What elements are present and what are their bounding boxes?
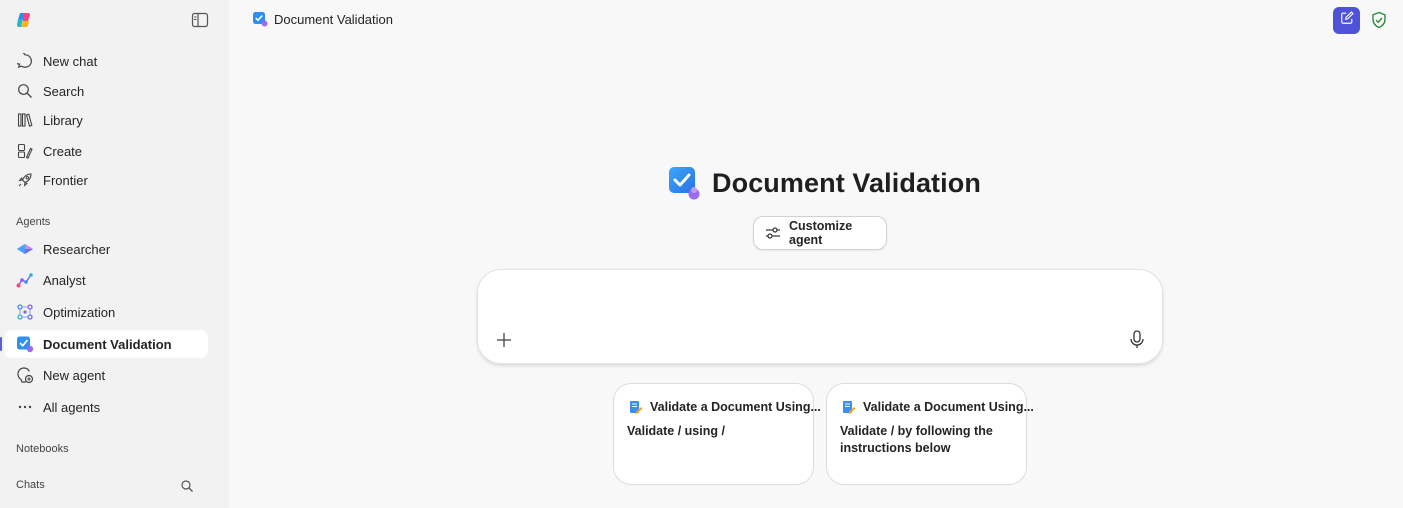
suggestion-card[interactable]: Validate a Document Using... Validate / …	[826, 383, 1034, 485]
chats-section-label: Chats	[16, 479, 45, 491]
search-icon	[16, 82, 34, 100]
sidebar-item-frontier[interactable]: Frontier	[4, 166, 208, 194]
sidebar-item-researcher[interactable]: Researcher	[4, 235, 208, 263]
customize-agent-button[interactable]: Customize agent	[753, 216, 887, 250]
search-chats-icon[interactable]	[179, 478, 195, 494]
researcher-icon	[16, 240, 34, 258]
create-icon	[16, 142, 34, 160]
sidebar-item-library[interactable]: Library	[4, 106, 208, 134]
sidebar-item-label: Analyst	[43, 272, 86, 288]
library-icon	[16, 111, 34, 129]
sidebar-item-label: Optimization	[43, 304, 116, 320]
sidebar-item-new-agent[interactable]: New agent	[4, 361, 208, 389]
active-indicator	[0, 337, 2, 351]
sliders-icon	[765, 225, 781, 241]
header-title-text: Document Validation	[274, 11, 393, 27]
sidebar-item-document-validation[interactable]: Document Validation	[4, 330, 208, 358]
copilot-logo-icon[interactable]	[15, 11, 33, 29]
sidebar-item-label: Library	[43, 112, 83, 128]
suggestion-body: Validate / using /	[627, 424, 725, 438]
suggestion-title: Validate a Document Using...	[629, 400, 821, 414]
document-validation-icon	[16, 335, 34, 353]
sidebar-item-search[interactable]: Search	[4, 77, 208, 105]
document-validation-icon	[668, 166, 702, 200]
microphone-icon[interactable]	[1129, 330, 1145, 349]
sidebar-toggle-icon[interactable]	[191, 12, 209, 28]
sidebar-item-analyst[interactable]: Analyst	[4, 266, 208, 294]
sidebar-item-all-agents[interactable]: All agents	[4, 393, 208, 421]
message-composer[interactable]	[477, 269, 1163, 364]
sidebar-item-label: All agents	[43, 399, 101, 415]
sidebar-item-new-chat[interactable]: New chat	[4, 47, 208, 75]
suggestion-card[interactable]: Validate a Document Using... Validate / …	[613, 383, 821, 485]
agents-section-label: Agents	[16, 216, 51, 228]
sidebar-item-label: Search	[43, 83, 85, 99]
new-chat-button[interactable]	[1333, 7, 1360, 34]
suggestion-title-text: Validate a Document Using...	[650, 400, 821, 414]
chat-bubble-icon	[16, 52, 34, 70]
customize-agent-label: Customize agent	[789, 219, 853, 247]
suggestion-title: Validate a Document Using...	[842, 400, 1034, 414]
page-title: Document Validation	[252, 11, 393, 27]
document-edit-icon	[842, 400, 856, 414]
shield-check-icon[interactable]	[1370, 11, 1388, 29]
analyst-icon	[16, 271, 34, 289]
sidebar-item-label: Document Validation	[43, 336, 172, 352]
plus-icon[interactable]	[495, 331, 513, 349]
sidebar-item-label: New agent	[43, 367, 106, 383]
suggestion-title-text: Validate a Document Using...	[863, 400, 1034, 414]
optimization-icon	[16, 303, 34, 321]
compose-icon	[1340, 11, 1354, 30]
new-agent-icon	[16, 366, 34, 384]
sidebar-item-label: New chat	[43, 53, 98, 69]
sidebar-item-label: Researcher	[43, 241, 111, 257]
sidebar: New chat Search Library Create Frontier …	[0, 0, 229, 508]
suggestion-body: Validate / by following the instructions…	[840, 424, 993, 455]
sidebar-item-label: Frontier	[43, 172, 88, 188]
sidebar-item-label: Create	[43, 143, 83, 159]
more-icon	[16, 398, 34, 416]
document-validation-icon	[252, 11, 268, 27]
rocket-icon	[16, 171, 34, 189]
sidebar-item-create[interactable]: Create	[4, 137, 208, 165]
sidebar-item-optimization[interactable]: Optimization	[4, 298, 208, 326]
document-edit-icon	[629, 400, 643, 414]
agent-name: Document Validation	[712, 167, 981, 198]
agent-heading: Document Validation	[668, 166, 981, 200]
notebooks-section-label[interactable]: Notebooks	[16, 443, 69, 455]
